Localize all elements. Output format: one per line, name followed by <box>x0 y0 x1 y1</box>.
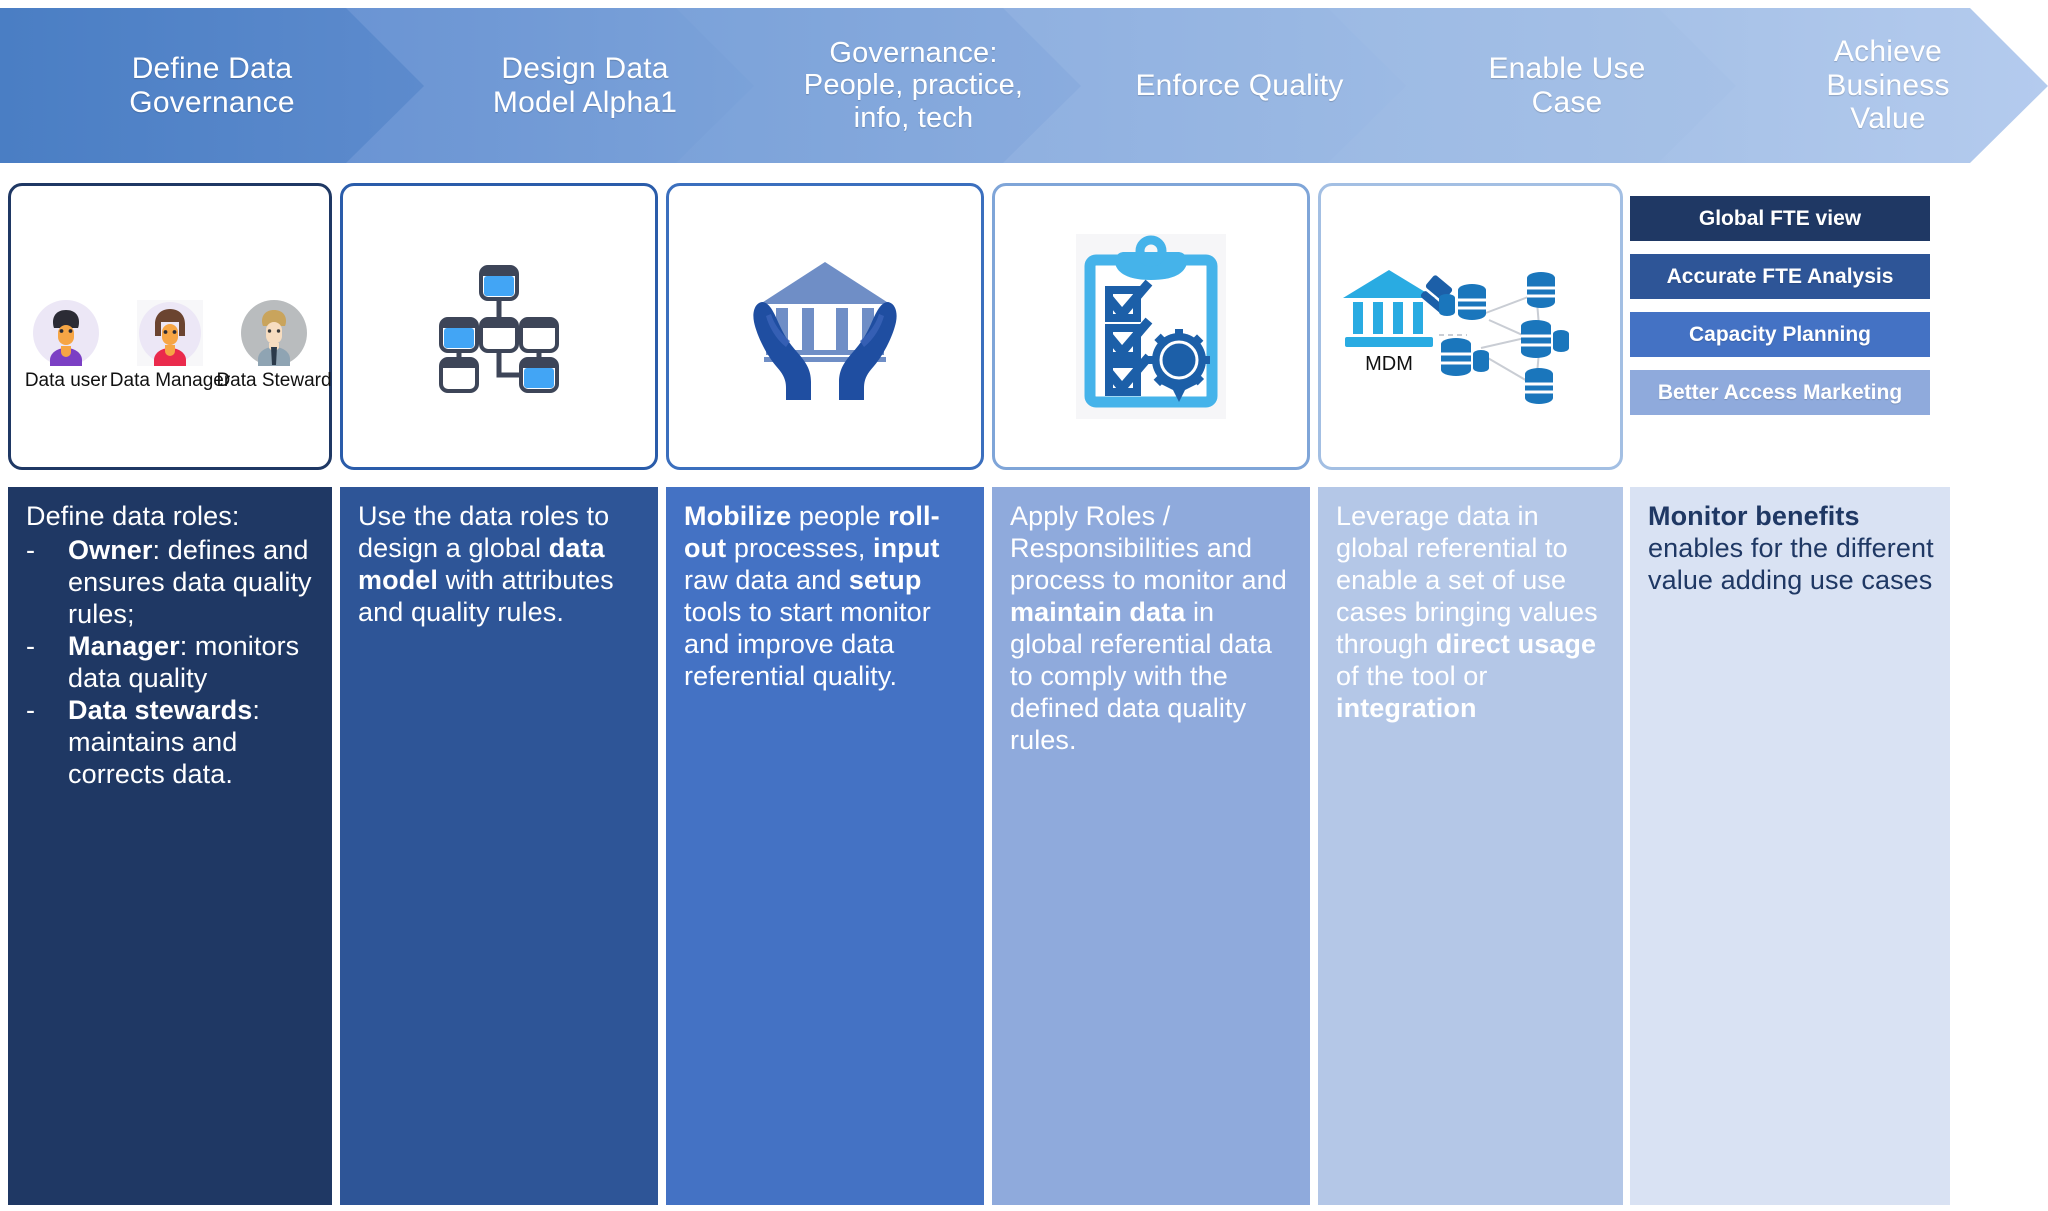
column-3-seg-7: tools to start monitor and improve data … <box>684 596 931 691</box>
avatar-data-user-icon <box>33 299 99 366</box>
chevron-step-1[interactable]: Define Data Governance <box>0 8 424 163</box>
column-5-seg-2: of the tool or <box>1336 660 1488 691</box>
chevron-step-1-label: Define Data Governance <box>129 51 295 119</box>
benefit-tile-global-fte-view[interactable]: Global FTE view <box>1630 196 1930 241</box>
column-3-seg-3: processes, <box>726 532 874 563</box>
benefit-tile-capacity-planning[interactable]: Capacity Planning <box>1630 312 1930 357</box>
enforce-quality-column: Apply Roles / Responsibilities and proce… <box>992 487 1310 1205</box>
column-5-text: Leverage data in global referential to e… <box>1336 501 1607 725</box>
bullet-manager-term: Manager <box>68 630 180 661</box>
use-case-card[interactable]: MDM <box>1318 183 1623 470</box>
avatar-data-steward-icon <box>241 299 307 366</box>
column-2-text: Use the data roles to design a global da… <box>358 501 642 629</box>
chevron-step-4-label: Enforce Quality <box>1135 68 1344 102</box>
network-nodes-diagram-icon <box>439 264 559 393</box>
bullet-manager: - Manager: monitors data quality <box>26 631 316 695</box>
chevron-step-4[interactable]: Enforce Quality <box>1073 8 1406 163</box>
chevron-step-2-label: Design Data Model Alpha1 <box>492 51 678 119</box>
person-data-manager: Data Manager <box>110 299 230 392</box>
person-avatar-group: Data user Data Manager Data Steward <box>18 299 332 392</box>
person-data-steward-label: Data Steward <box>216 369 332 391</box>
column-3-seg-6: setup <box>848 564 922 595</box>
column-6-seg-0: Monitor benefits <box>1648 501 1860 531</box>
benefit-tile-capacity-planning-label: Capacity Planning <box>1688 322 1872 346</box>
person-data-user-label: Data user <box>24 369 108 391</box>
bullet-manager-dash: - <box>26 630 36 661</box>
column-4-seg-1: maintain data <box>1010 596 1186 627</box>
design-data-model-column: Use the data roles to design a global da… <box>340 487 658 1205</box>
benefit-tile-accurate-fte-analysis[interactable]: Accurate FTE Analysis <box>1630 254 1930 299</box>
data-model-card[interactable] <box>340 183 658 470</box>
benefit-tiles-group: Global FTE view Accurate FTE Analysis Ca… <box>1630 196 1930 428</box>
bullet-owner: - Owner: defines and ensures data qualit… <box>26 535 316 631</box>
achieve-business-value-column: Monitor benefits enables for the differe… <box>1630 487 1950 1205</box>
bullet-data-stewards-term: Data stewards <box>68 694 253 725</box>
mdm-database-network-icon: MDM <box>1342 269 1569 404</box>
column-4-seg-0: Apply Roles / Responsibilities and proce… <box>1010 501 1287 595</box>
person-data-manager-label: Data Manager <box>109 369 231 391</box>
data-governance-roadmap-diagram: Define Data Governance Design Data Model … <box>0 0 2048 1211</box>
column-3-seg-4: input <box>873 532 940 563</box>
column-3-seg-5: raw data and <box>684 564 849 595</box>
chevron-step-5[interactable]: Enable Use Case <box>1398 8 1736 163</box>
chevron-step-3[interactable]: Governance: People, practice, info, tech <box>746 8 1081 163</box>
column-3-seg-1: people <box>791 501 889 531</box>
chevron-step-2[interactable]: Design Data Model Alpha1 <box>416 8 754 163</box>
column-3-text: Mobilize people roll-out processes, inpu… <box>684 501 968 693</box>
mdm-label: MDM <box>1365 353 1413 375</box>
process-chevron-header: Define Data Governance Design Data Model … <box>0 0 2048 168</box>
chevron-step-5-label: Enable Use Case <box>1488 51 1646 119</box>
quality-card[interactable] <box>992 183 1310 470</box>
column-3-seg-0: Mobilize <box>684 501 792 531</box>
person-data-user: Data user <box>18 299 114 392</box>
enable-use-case-column: Leverage data in global referential to e… <box>1318 487 1623 1205</box>
column-6-seg-1: enables for the different value adding u… <box>1648 532 1934 595</box>
hands-holding-institution-icon <box>753 262 897 400</box>
bullet-data-stewards: - Data stewards: maintains and corrects … <box>26 695 316 791</box>
define-governance-column: Define data roles: - Owner: defines and … <box>8 487 332 1205</box>
chevron-step-6[interactable]: Achieve Business Value <box>1728 8 2048 163</box>
bullet-owner-dash: - <box>26 534 36 565</box>
database-cluster <box>1438 271 1569 404</box>
benefit-tile-global-fte-view-label: Global FTE view <box>1698 206 1862 230</box>
governance-people-column: Mobilize people roll-out processes, inpu… <box>666 487 984 1205</box>
column-1-bullets: - Owner: defines and ensures data qualit… <box>26 535 316 791</box>
column-6-text: Monitor benefits enables for the differe… <box>1648 501 1934 597</box>
bullet-data-stewards-dash: - <box>26 694 36 725</box>
governance-card[interactable] <box>666 183 984 470</box>
benefit-tile-accurate-fte-analysis-label: Accurate FTE Analysis <box>1666 264 1894 288</box>
column-1-intro: Define data roles: <box>26 501 240 531</box>
mdm-building <box>1342 269 1435 347</box>
column-5-seg-1: direct usage <box>1435 628 1597 659</box>
clipboard-checklist-award-icon <box>1076 234 1226 419</box>
chevron-step-6-label: Achieve Business Value <box>1826 35 1950 136</box>
data-roles-card[interactable]: Data user Data Manager Data Steward <box>8 183 332 470</box>
column-5-seg-3: integration <box>1336 692 1477 723</box>
column-4-text: Apply Roles / Responsibilities and proce… <box>1010 501 1294 757</box>
bullet-owner-term: Owner <box>68 534 153 565</box>
benefit-tile-better-access-marketing-label: Better Access Marketing <box>1657 380 1903 404</box>
chevron-step-3-label: Governance: People, practice, info, tech <box>803 36 1024 134</box>
avatar-data-manager-icon <box>137 299 203 366</box>
benefit-tile-better-access-marketing[interactable]: Better Access Marketing <box>1630 370 1930 415</box>
person-data-steward: Data Steward <box>216 299 332 392</box>
